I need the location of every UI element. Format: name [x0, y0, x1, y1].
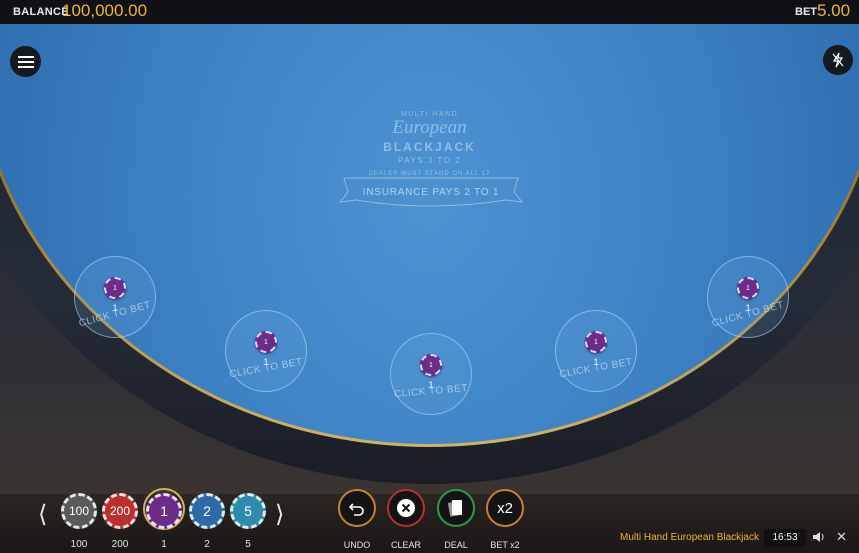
balance-label: BALANCE: [13, 6, 69, 18]
speaker-icon: [813, 532, 824, 542]
turbo-button[interactable]: [823, 45, 853, 75]
game-name: Multi Hand European Blackjack: [620, 532, 759, 543]
placed-chip: 1: [585, 331, 607, 353]
undo-button[interactable]: [338, 489, 376, 527]
balance-value: 100,000.00: [62, 1, 148, 20]
top-bar: BALANCE 100,000.00 BET 5.00: [0, 0, 859, 24]
deal-cards-icon: [448, 500, 462, 517]
chip-5[interactable]: 5: [230, 493, 266, 529]
bet-x2-button[interactable]: x2: [486, 489, 524, 527]
chip-label: 200: [111, 539, 129, 550]
logo-blackjack: BLACKJACK: [383, 140, 476, 154]
chip-label: 2: [204, 539, 210, 550]
placed-chip: 1: [420, 354, 442, 376]
sound-button[interactable]: [812, 530, 826, 549]
logo-european: European: [392, 117, 467, 138]
bet-x2-label: BET x2: [490, 540, 520, 550]
chip-label: 100: [70, 539, 88, 550]
bet-spot-3[interactable]: 1 1 CLICK TO BET: [390, 333, 472, 415]
chip-200[interactable]: 200: [102, 493, 138, 529]
bet-label: BET: [795, 6, 817, 18]
deal-button[interactable]: [437, 489, 475, 527]
bet-value: 5.00: [817, 1, 851, 20]
undo-icon: [348, 503, 364, 516]
chevron-right-icon: ⟩: [275, 501, 285, 528]
chip-1[interactable]: 1: [146, 493, 182, 529]
clear-icon: [397, 499, 415, 517]
bet-spot-5[interactable]: 1 1 CLICK TO BET: [707, 256, 789, 338]
close-button[interactable]: ✕: [836, 529, 847, 545]
turbo-off-icon: [832, 52, 844, 68]
insurance-banner-text: INSURANCE PAYS 2 TO 1: [363, 187, 500, 198]
close-icon: ✕: [836, 529, 847, 544]
menu-icon: [17, 55, 34, 68]
insurance-banner: INSURANCE PAYS 2 TO 1: [338, 177, 524, 207]
logo-pays: PAYS 3 TO 2: [397, 156, 462, 165]
chip-2[interactable]: 2: [189, 493, 225, 529]
chevron-left-icon: ⟨: [38, 501, 48, 528]
clear-button[interactable]: [387, 489, 425, 527]
chips-prev-button[interactable]: ⟨: [38, 500, 47, 529]
placed-chip: 1: [737, 277, 759, 299]
placed-chip: 1: [255, 331, 277, 353]
menu-button[interactable]: [10, 46, 41, 77]
clock: 16:53: [764, 529, 806, 547]
x2-icon: x2: [497, 499, 513, 517]
chip-100[interactable]: 100: [61, 493, 97, 529]
chips-next-button[interactable]: ⟩: [275, 500, 284, 529]
chip-label: 5: [245, 539, 251, 550]
bet-spot-1[interactable]: 1 1 CLICK TO BET: [74, 256, 156, 338]
placed-chip: 1: [104, 277, 126, 299]
chip-label: 1: [161, 539, 167, 550]
bet-spot-4[interactable]: 1 1 CLICK TO BET: [555, 310, 637, 392]
bet-spot-2[interactable]: 1 1 CLICK TO BET: [225, 310, 307, 392]
